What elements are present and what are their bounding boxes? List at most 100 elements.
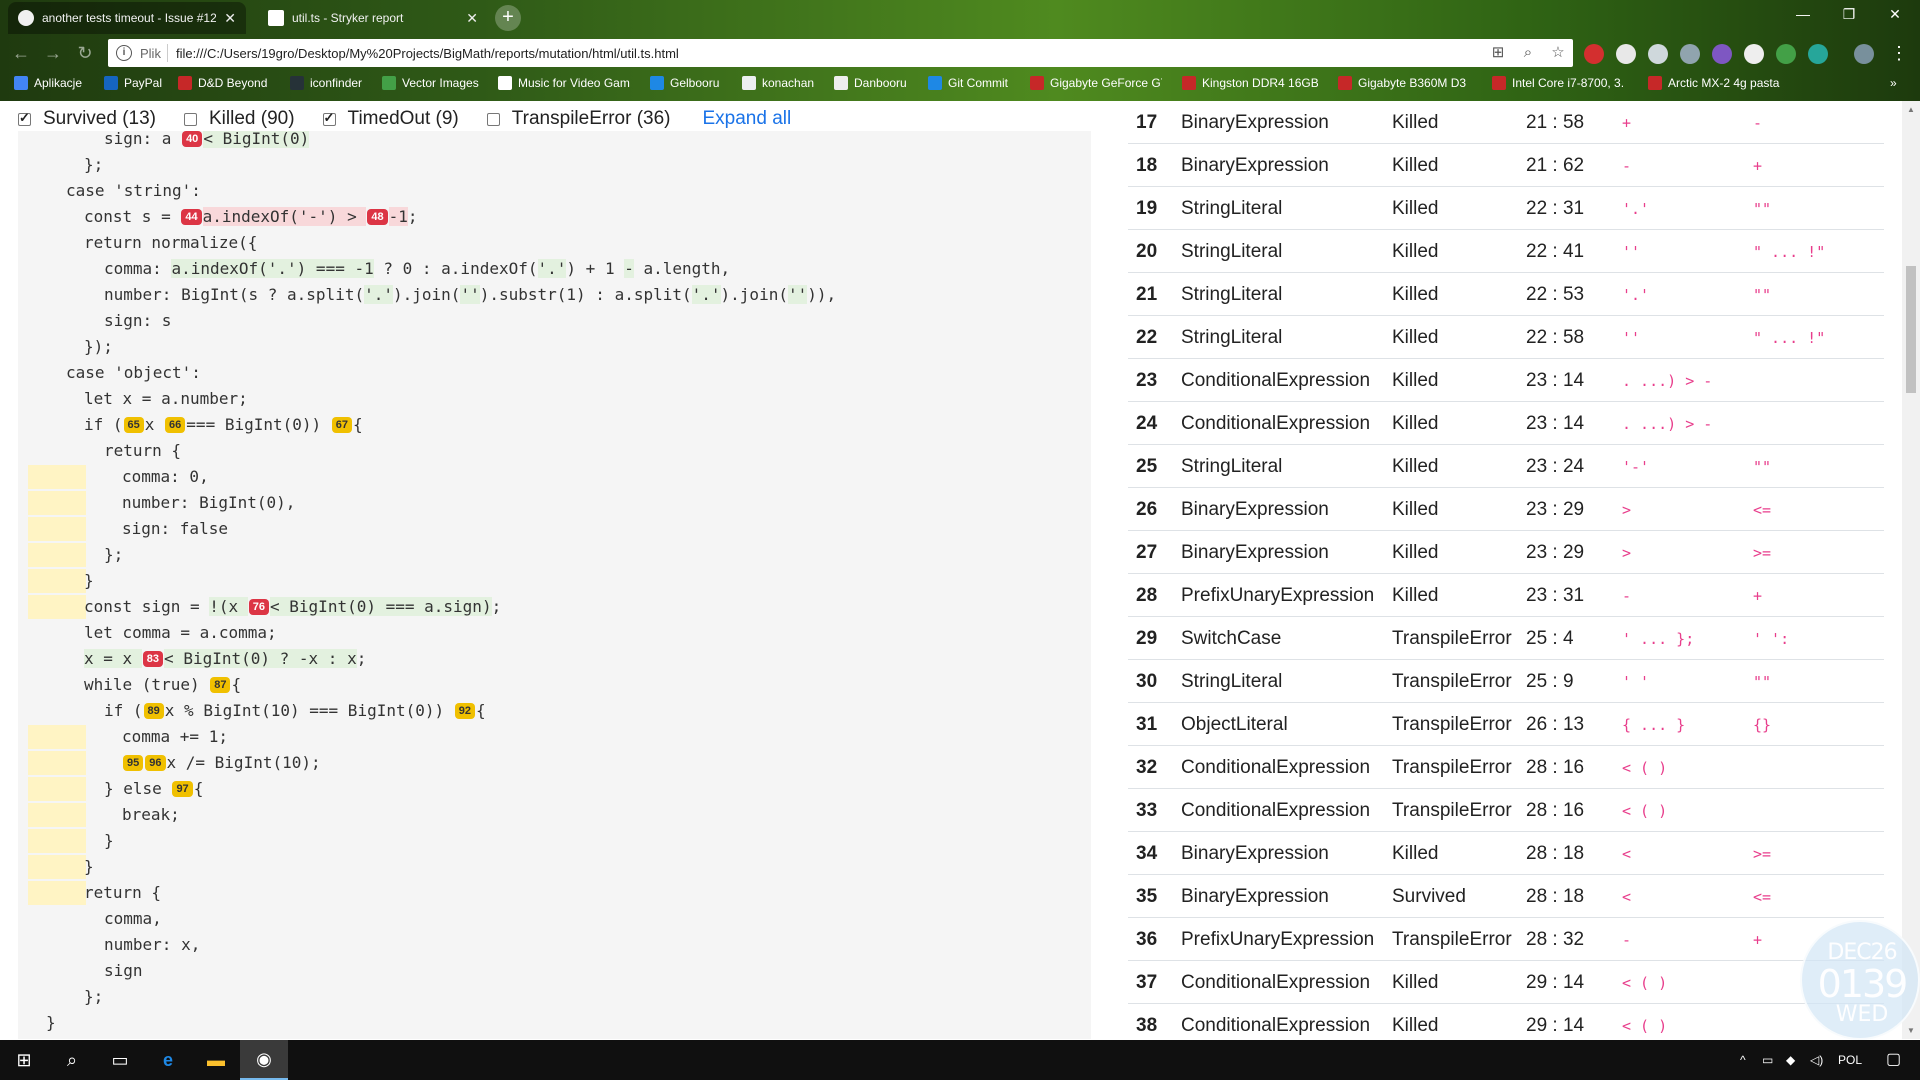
bookmark-item[interactable]: Danbooru (834, 76, 914, 90)
table-row[interactable]: 21 StringLiteral Killed 22 : 53 '.' "" (1128, 273, 1884, 316)
mutant-badge[interactable]: 76 (248, 599, 270, 615)
bookmark-item[interactable]: Intel Core i7-8700, 3. (1492, 76, 1624, 90)
mutant-badge[interactable]: 83 (142, 651, 164, 667)
table-row[interactable]: 19 StringLiteral Killed 22 : 31 '.' "" (1128, 187, 1884, 230)
network-icon[interactable]: ▭ (1762, 1040, 1773, 1080)
bookmark-star-icon[interactable]: ☆ (1549, 44, 1567, 62)
table-row[interactable]: 38 ConditionalExpression Killed 29 : 14 < ( … (1128, 1004, 1884, 1039)
filter-survived[interactable]: Survived (13) (18, 108, 156, 130)
table-row[interactable]: 31 ObjectLiteral TranspileError 26 : 13 { ..… (1128, 703, 1884, 746)
extension-icon[interactable] (1808, 44, 1828, 64)
bookmark-item[interactable]: Vector Images (382, 76, 484, 90)
checkbox[interactable] (322, 110, 336, 126)
extension-icon[interactable] (1680, 44, 1700, 64)
tab-stryker-report[interactable]: util.ts - Stryker report ✕ (258, 2, 488, 34)
zoom-icon[interactable]: ⌕ (1519, 44, 1537, 62)
expand-all-link[interactable]: Expand all (703, 108, 792, 130)
table-row[interactable]: 36 PrefixUnaryExpression TranspileError 28 … (1128, 918, 1884, 961)
notifications-icon[interactable]: ▢ (1886, 1040, 1901, 1080)
mutant-badge[interactable]: 95 (123, 755, 144, 771)
language-indicator[interactable]: POL (1838, 1040, 1862, 1080)
file-explorer-icon[interactable]: ▬ (192, 1040, 240, 1080)
table-row[interactable]: 28 PrefixUnaryExpression Killed 23 : 31 - + (1128, 574, 1884, 617)
checkbox[interactable] (486, 112, 500, 126)
table-row[interactable]: 30 StringLiteral TranspileError 25 : 9 ' ' "" (1128, 660, 1884, 703)
bookmarks-overflow-icon[interactable]: » (1890, 76, 1910, 90)
forward-icon[interactable]: → (40, 41, 66, 65)
bookmark-item[interactable]: Arctic MX-2 4g pasta (1648, 76, 1786, 90)
extension-icon[interactable] (1616, 44, 1636, 64)
bookmark-item[interactable]: Gigabyte B360M D3 (1338, 76, 1468, 90)
back-icon[interactable]: ← (8, 41, 34, 65)
adblock-icon[interactable] (1584, 44, 1604, 64)
tab-github-issue[interactable]: another tests timeout - Issue #12 ✕ (8, 2, 246, 34)
scroll-thumb[interactable] (1906, 266, 1916, 393)
table-row[interactable]: 17 BinaryExpression Killed 21 : 58 + - (1128, 101, 1884, 144)
table-row[interactable]: 20 StringLiteral Killed 22 : 41 '' " ... !" (1128, 230, 1884, 273)
bookmark-item[interactable]: Gelbooru (650, 76, 726, 90)
table-row[interactable]: 35 BinaryExpression Survived 28 : 18 < <= (1128, 875, 1884, 918)
mutant-badge[interactable]: 92 (454, 703, 476, 719)
mutant-badge[interactable]: 67 (331, 417, 353, 433)
mutant-badge[interactable]: 96 (145, 755, 166, 771)
page-scrollbar[interactable]: ▲ ▼ (1902, 101, 1920, 1039)
filter-timedout[interactable]: TimedOut (9) (322, 108, 459, 130)
table-row[interactable]: 26 BinaryExpression Killed 23 : 29 > <= (1128, 488, 1884, 531)
close-tab-icon[interactable]: ✕ (224, 10, 236, 27)
table-row[interactable]: 25 StringLiteral Killed 23 : 24 '-' "" (1128, 445, 1884, 488)
table-row[interactable]: 34 BinaryExpression Killed 28 : 18 < >= (1128, 832, 1884, 875)
chrome-icon[interactable]: ◉ (240, 1040, 288, 1080)
table-row[interactable]: 32 ConditionalExpression TranspileError 28 … (1128, 746, 1884, 789)
close-tab-icon[interactable]: ✕ (466, 10, 478, 27)
task-view-icon[interactable]: ▭ (96, 1040, 144, 1080)
table-row[interactable]: 27 BinaryExpression Killed 23 : 29 > >= (1128, 531, 1884, 574)
mutant-badge[interactable]: 87 (210, 677, 231, 693)
checkbox[interactable] (184, 112, 197, 126)
scroll-up-icon[interactable]: ▲ (1907, 105, 1915, 114)
mutant-badge[interactable]: 40 (182, 131, 203, 147)
bookmark-item[interactable]: Kingston DDR4 16GB (1182, 76, 1318, 90)
extension-icon[interactable] (1744, 44, 1764, 64)
bookmark-item[interactable]: Gigabyte GeForce GT (1030, 76, 1162, 90)
bookmark-item[interactable]: Aplikacje (14, 76, 82, 90)
bookmark-item[interactable]: iconfinder (290, 76, 368, 90)
new-tab-button[interactable]: + (495, 5, 521, 31)
address-url[interactable]: file:///C:/Users/19gro/Desktop/My%20Proj… (176, 46, 1483, 61)
mutant-badge[interactable]: 65 (123, 417, 144, 433)
reload-icon[interactable]: ↻ (72, 41, 98, 65)
volume-icon[interactable]: ◁) (1810, 1040, 1823, 1080)
table-row[interactable]: 37 ConditionalExpression Killed 29 : 14 < ( … (1128, 961, 1884, 1004)
translate-icon[interactable]: ⊞ (1489, 44, 1507, 62)
bookmark-item[interactable]: Music for Video Gam (498, 76, 634, 90)
mutant-badge[interactable]: 44 (181, 209, 202, 225)
mutant-badge[interactable]: 97 (172, 781, 193, 797)
mutant-badge[interactable]: 48 (367, 209, 388, 225)
search-icon[interactable]: ⌕ (48, 1040, 96, 1080)
profile-avatar[interactable] (1854, 44, 1874, 64)
extension-icon[interactable] (1776, 44, 1796, 64)
menu-icon[interactable]: ⋮ (1886, 41, 1912, 65)
windows-start-icon[interactable]: ⊞ (0, 1040, 48, 1080)
table-row[interactable]: 29 SwitchCase TranspileError 25 : 4 ' ... };… (1128, 617, 1884, 660)
minimize-icon[interactable]: — (1780, 0, 1826, 30)
maximize-icon[interactable]: ❐ (1826, 0, 1872, 30)
address-bar[interactable]: i Plik file:///C:/Users/19gro/Desktop/My… (108, 39, 1573, 67)
filter-killed[interactable]: Killed (90) (184, 108, 295, 130)
table-row[interactable]: 22 StringLiteral Killed 22 : 58 '' " ... !" (1128, 316, 1884, 359)
table-row[interactable]: 23 ConditionalExpression Killed 23 : 14 . ..… (1128, 359, 1884, 402)
mutant-badge[interactable]: 89 (143, 703, 164, 719)
filter-transpileerror[interactable]: TranspileError (36) (486, 108, 671, 130)
scroll-down-icon[interactable]: ▼ (1907, 1026, 1915, 1035)
security-icon[interactable]: ◆ (1786, 1040, 1795, 1080)
bookmark-item[interactable]: Git Commit (928, 76, 1020, 90)
info-icon[interactable]: i (116, 45, 132, 61)
table-row[interactable]: 33 ConditionalExpression TranspileError 28 … (1128, 789, 1884, 832)
tray-overflow-icon[interactable]: ^ (1740, 1040, 1746, 1080)
mutant-badge[interactable]: 66 (165, 417, 186, 433)
extension-icon[interactable] (1648, 44, 1668, 64)
bookmark-item[interactable]: PayPal (104, 76, 164, 90)
table-row[interactable]: 18 BinaryExpression Killed 21 : 62 - + (1128, 144, 1884, 187)
checkbox[interactable] (18, 110, 31, 126)
edge-icon[interactable]: e (144, 1040, 192, 1080)
table-row[interactable]: 24 ConditionalExpression Killed 23 : 14 . ..… (1128, 402, 1884, 445)
